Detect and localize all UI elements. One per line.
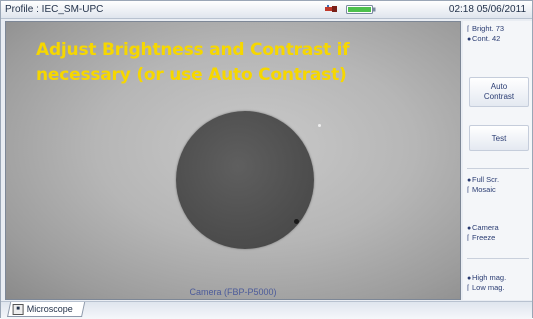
divider (467, 258, 529, 259)
tab-bar: ■ Microscope (1, 301, 532, 319)
app-window: Profile : IEC_SM-UPC 02:18 05/06/2011 Ad… (0, 0, 533, 319)
battery-icon (346, 5, 376, 14)
brightness-label: Bright. 73 (472, 24, 505, 33)
source-option-freeze[interactable]: ⌈ Freeze (467, 233, 495, 244)
bright-speck (318, 124, 321, 127)
display-option-label: Mosaic (472, 185, 496, 194)
status-bar: Profile : IEC_SM-UPC 02:18 05/06/2011 (1, 1, 532, 19)
magnification-option-label: Low mag. (472, 283, 505, 292)
divider (467, 168, 529, 169)
camera-source-label: Camera (FBP-P5000) (189, 287, 277, 297)
source-option-label: Freeze (472, 233, 496, 242)
side-panel: ⌈ Bright. 73 ●Cont. 42 Auto Contrast Test… (463, 21, 532, 300)
magnification-option-low[interactable]: ⌈ Low mag. (467, 283, 505, 294)
fiber-end-face (176, 111, 314, 249)
profile-label: Profile : IEC_SM-UPC (5, 4, 104, 15)
test-label: Test (491, 133, 507, 143)
contrast-label: Cont. 42 (472, 34, 501, 43)
test-button[interactable]: Test (469, 125, 529, 151)
auto-contrast-label: Auto Contrast (483, 82, 515, 101)
source-option-label: Camera (472, 223, 499, 232)
microscope-icon: ■ (12, 303, 24, 315)
microscope-view[interactable]: Adjust Brightness and Contrast if necess… (5, 21, 461, 300)
instruction-overlay: Adjust Brightness and Contrast if necess… (36, 40, 350, 85)
auto-contrast-button[interactable]: Auto Contrast (469, 77, 529, 107)
datetime-label: 02:18 05/06/2011 (448, 4, 526, 15)
display-option-mosaic[interactable]: ⌈ Mosaic (467, 185, 496, 196)
magnification-option-label: High mag. (472, 273, 507, 282)
tab-microscope-label: Microscope (26, 304, 73, 314)
contrast-option[interactable]: ●Cont. 42 (467, 34, 500, 45)
display-option-label: Full Scr. (472, 175, 500, 184)
tab-microscope[interactable]: ■ Microscope (7, 302, 86, 317)
usb-icon (325, 5, 337, 12)
defect-spot (294, 219, 299, 224)
